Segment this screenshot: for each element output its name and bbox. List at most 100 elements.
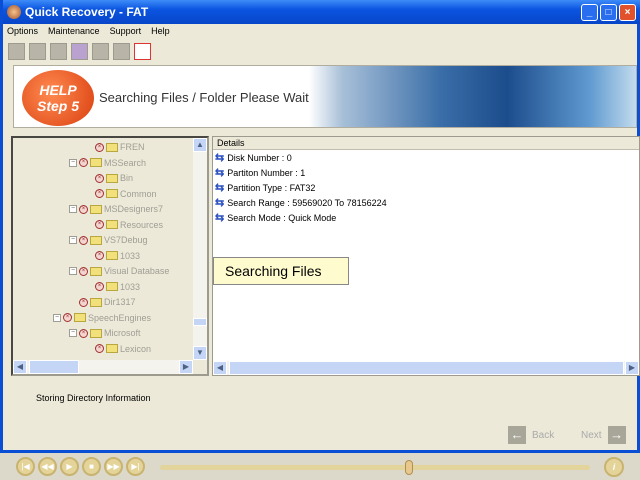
tool-icon[interactable] [113, 43, 130, 60]
tree-node[interactable]: − × MSDesigners7 [69, 204, 163, 214]
back-button[interactable]: ← Back [508, 426, 554, 444]
folder-icon [106, 344, 118, 353]
save-icon[interactable] [50, 43, 67, 60]
scroll-left-button[interactable]: ◀ [13, 360, 27, 374]
back-label: Back [532, 429, 555, 441]
searching-files-tooltip: Searching Files [213, 257, 349, 285]
tree-node[interactable]: × FREN [85, 142, 145, 152]
collapse-icon[interactable]: − [69, 158, 77, 167]
tree-node-label: FREN [120, 142, 145, 152]
checklist-icon[interactable] [8, 43, 25, 60]
disk-icon[interactable] [134, 43, 151, 60]
collapse-icon[interactable]: − [69, 267, 77, 275]
next-label: Next [581, 429, 602, 441]
tree-node-label: Visual Database [104, 266, 170, 276]
menu-help[interactable]: Help [151, 26, 170, 36]
skip-start-icon[interactable]: |◀ [16, 457, 35, 476]
horizontal-scrollbar[interactable]: ◀ ▶ [13, 360, 193, 374]
tree-node[interactable]: − × Microsoft [69, 328, 141, 338]
details-header[interactable]: Details [213, 137, 639, 150]
help-icon[interactable] [71, 43, 88, 60]
stop-icon[interactable]: ■ [82, 457, 101, 476]
tree-node-label: Microsoft [104, 328, 141, 338]
tree-node[interactable]: − × SpeechEngines [53, 313, 151, 323]
menu-maintenance[interactable]: Maintenance [48, 26, 100, 36]
info-icon[interactable]: i [604, 457, 624, 477]
tree-node-label: VS7Debug [104, 235, 148, 245]
tree-node-label: Resources [120, 219, 164, 230]
scroll-up-button[interactable]: ▲ [193, 138, 207, 152]
folder-icon [90, 204, 102, 214]
scroll-thumb[interactable] [193, 318, 207, 326]
scroll-right-button[interactable]: ▶ [179, 360, 193, 374]
collapse-icon[interactable]: − [53, 313, 61, 322]
folder-icon [106, 189, 118, 198]
menu-support[interactable]: Support [110, 26, 142, 36]
fast-forward-icon[interactable]: ▶▶ [104, 457, 123, 476]
folder-icon [90, 297, 102, 307]
tree-node[interactable]: × Dir1317 [69, 297, 136, 307]
excluded-icon: × [95, 282, 104, 291]
tree-node[interactable]: − × VS7Debug [69, 235, 148, 245]
tree-node[interactable]: − × Visual Database [69, 266, 169, 276]
collapse-icon[interactable]: − [69, 329, 77, 337]
scroll-right-button[interactable]: ▶ [625, 361, 639, 375]
folder-tree[interactable]: × FREN − × MSSearch × Bin × Common − × MSDesigners7… [11, 136, 209, 376]
list-icon[interactable] [29, 43, 46, 60]
tree-node-label: Lexicon [120, 343, 152, 354]
tool-icon[interactable] [92, 43, 109, 60]
tree-node[interactable]: × Common [85, 189, 157, 199]
folder-icon [106, 142, 118, 152]
scroll-left-button[interactable]: ◀ [213, 361, 227, 375]
tree-node[interactable]: × Lexicon [85, 344, 151, 354]
menu-bar: Options Maintenance Support Help [7, 26, 170, 36]
collapse-icon[interactable]: − [69, 205, 77, 213]
next-button[interactable]: Next → [581, 426, 626, 444]
title-bar: Quick Recovery - FAT _ □ × [3, 0, 640, 24]
banner-message: Searching Files / Folder Please Wait [99, 90, 309, 105]
folder-icon [74, 313, 86, 322]
tree-node[interactable]: − × MSSearch [69, 158, 146, 168]
maximize-button[interactable]: □ [600, 4, 617, 21]
skip-end-icon[interactable]: ▶| [126, 457, 145, 476]
excluded-icon: × [63, 313, 72, 322]
detail-row: ⇆ Search Range : 59569020 To 78156224 [213, 195, 639, 210]
excluded-icon: × [79, 158, 88, 167]
arrow-icon: ⇆ [215, 197, 225, 209]
tree-node[interactable]: × 1033 [85, 282, 140, 292]
menu-options[interactable]: Options [7, 26, 38, 36]
rewind-icon[interactable]: ◀◀ [38, 457, 57, 476]
arrow-icon: ⇆ [215, 182, 225, 194]
tree-node-label: SpeechEngines [88, 312, 152, 323]
horizontal-scrollbar[interactable]: ◀ ▶ [213, 361, 639, 375]
tree-node[interactable]: × Resources [85, 220, 163, 230]
player-bar: |◀ ◀◀ ▶ ■ ▶▶ ▶| i [0, 453, 640, 480]
next-arrow-icon: → [607, 426, 626, 444]
scroll-down-button[interactable]: ▼ [193, 346, 207, 360]
tree-node[interactable]: × Bin [85, 173, 133, 183]
app-icon [7, 5, 21, 19]
collapse-icon[interactable]: − [69, 236, 77, 244]
vertical-scrollbar[interactable]: ▲ ▼ [193, 138, 207, 360]
seek-slider[interactable] [160, 460, 590, 475]
tree-node-label: Common [120, 188, 157, 199]
close-button[interactable]: × [619, 4, 636, 21]
tree-node[interactable]: × 1033 [85, 251, 140, 261]
folder-icon [106, 173, 118, 183]
play-icon[interactable]: ▶ [60, 457, 79, 476]
arrow-icon: ⇆ [215, 167, 225, 179]
excluded-icon: × [79, 235, 88, 245]
detail-text: Partiton Number : 1 [227, 167, 306, 178]
status-text: Storing Directory Information [36, 393, 151, 403]
tree-node-label: MSSearch [104, 157, 147, 168]
tree-node-label: 1033 [120, 281, 141, 292]
banner-image [309, 66, 636, 127]
excluded-icon: × [79, 328, 88, 338]
excluded-icon: × [95, 173, 104, 183]
minimize-button[interactable]: _ [581, 4, 598, 21]
toolbar [8, 43, 151, 60]
scroll-thumb[interactable] [29, 360, 79, 374]
scroll-thumb[interactable] [229, 361, 624, 375]
excluded-icon: × [95, 189, 104, 198]
seek-thumb[interactable] [404, 460, 413, 475]
